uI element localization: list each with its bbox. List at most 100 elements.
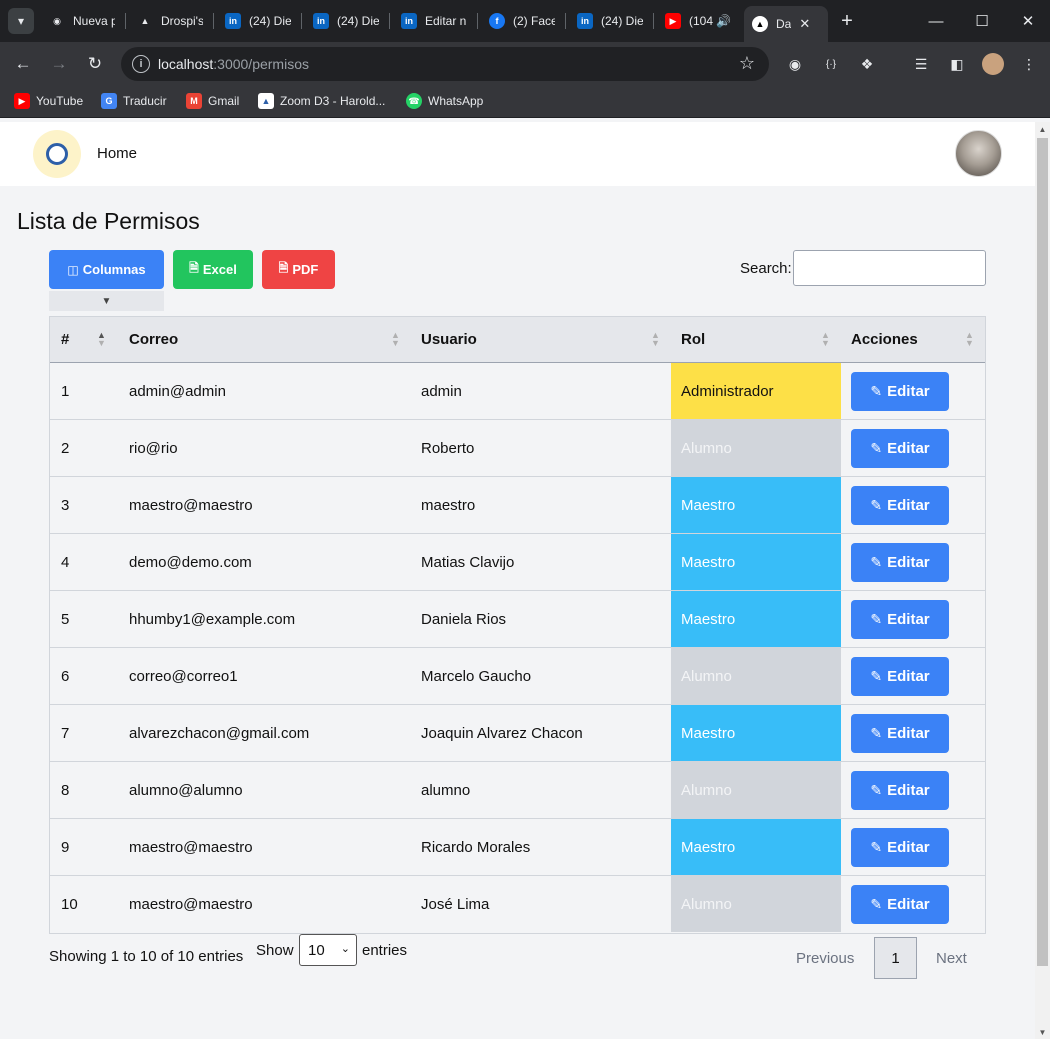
th-acciones[interactable]: Acciones xyxy=(851,317,918,362)
cell-correo: hhumby1@example.com xyxy=(129,610,296,628)
maximize-button[interactable]: ☐ xyxy=(960,6,1004,36)
table-body: 1 admin@admin admin Administrador ✎ Editar 2 ri… xyxy=(50,363,985,933)
table-row: 10 maestro@maestro José Lima Alumno ✎ Editar xyxy=(50,876,985,933)
tab-item[interactable]: ◉ Nueva p xyxy=(49,8,115,34)
edit-button[interactable]: ✎ Editar xyxy=(851,600,949,639)
back-button[interactable]: ← xyxy=(11,52,35,76)
pagination-next[interactable]: Next xyxy=(936,950,967,967)
cell-id: 8 xyxy=(61,781,70,799)
excel-button[interactable]: 🗎 Excel xyxy=(173,250,253,289)
address-bar[interactable]: i localhost:3000/permisos ☆ xyxy=(121,47,769,81)
speaker-icon[interactable]: 🔊 xyxy=(716,14,731,28)
pdf-button[interactable]: 🗎 PDF xyxy=(262,250,335,289)
minimize-button[interactable]: — xyxy=(914,6,958,36)
cell-correo: correo@correo1 xyxy=(129,667,238,685)
site-info-icon[interactable]: i xyxy=(132,55,150,73)
edit-button[interactable]: ✎ Editar xyxy=(851,657,949,696)
tab-search-icon[interactable]: ▾ xyxy=(8,8,34,34)
extensions-puzzle-icon[interactable]: ❖ xyxy=(856,53,878,75)
edit-icon: ✎ xyxy=(870,554,883,570)
bookmark-label: YouTube xyxy=(36,94,84,108)
cell-usuario: Daniela Rios xyxy=(421,610,507,628)
side-panel-icon[interactable]: ◧ xyxy=(946,53,968,75)
nav-home-link[interactable]: Home xyxy=(97,145,137,162)
scroll-up-icon[interactable]: ▲ xyxy=(1035,122,1050,136)
cell-usuario: Joaquin Alvarez Chacon xyxy=(421,724,583,742)
scroll-thumb[interactable] xyxy=(1037,138,1048,966)
linkedin-icon: in xyxy=(225,13,241,29)
user-avatar[interactable] xyxy=(955,130,1002,177)
media-control-icon[interactable]: ☰ xyxy=(910,53,932,75)
close-tab-icon[interactable]: ✕ xyxy=(799,16,810,32)
tab-item[interactable]: ▶ (104 🔊 xyxy=(665,8,731,34)
pagination-page-1[interactable]: 1 xyxy=(874,937,917,979)
edit-button[interactable]: ✎ Editar xyxy=(851,714,949,753)
tab-item[interactable]: in (24) Die xyxy=(225,8,291,34)
cell-id: 6 xyxy=(61,667,70,685)
bookmark-item[interactable]: ☎ WhatsApp xyxy=(406,93,483,109)
columns-label: Columnas xyxy=(82,262,146,277)
edit-button[interactable]: ✎ Editar xyxy=(851,771,949,810)
tab-item[interactable]: ▲ Drospi's xyxy=(137,8,203,34)
cell-usuario: Ricardo Morales xyxy=(421,838,531,856)
th-id[interactable]: # xyxy=(61,317,69,362)
bookmark-item[interactable]: G Traducir xyxy=(101,93,167,109)
tab-active[interactable]: ▲ Da ✕ xyxy=(744,6,828,42)
new-tab-button[interactable]: + xyxy=(836,8,858,34)
cell-correo: alvarezchacon@gmail.com xyxy=(129,724,310,742)
pagination-previous[interactable]: Previous xyxy=(796,950,854,967)
cell-correo: maestro@maestro xyxy=(129,838,253,856)
camera-extension-icon[interactable]: ◉ xyxy=(784,53,806,75)
gmail-icon: M xyxy=(186,93,202,109)
tab-item[interactable]: f (2) Face xyxy=(489,8,555,34)
edit-label: Editar xyxy=(887,839,930,856)
edit-button[interactable]: ✎ Editar xyxy=(851,828,949,867)
edit-label: Editar xyxy=(887,896,930,913)
sort-icon[interactable]: ▲ ▼ xyxy=(97,331,106,348)
edit-icon: ✎ xyxy=(870,497,883,513)
forward-button[interactable]: → xyxy=(47,52,71,76)
sort-icon[interactable]: ▲ ▼ xyxy=(965,331,974,348)
page-icon: ▲ xyxy=(258,93,274,109)
sort-icon[interactable]: ▲ ▼ xyxy=(391,331,400,348)
tab-title: Drospi's xyxy=(161,14,203,28)
columns-dropdown-toggle[interactable]: ▼ xyxy=(49,291,164,311)
close-window-button[interactable]: ✕ xyxy=(1006,6,1050,36)
table-row: 2 rio@rio Roberto Alumno ✎ Editar xyxy=(50,420,985,477)
columns-icon: ◫ xyxy=(67,262,79,277)
profile-avatar-icon[interactable] xyxy=(982,53,1004,75)
page-scrollbar[interactable]: ▲ ▼ xyxy=(1035,122,1050,1039)
tab-item[interactable]: in (24) Die xyxy=(313,8,379,34)
th-correo[interactable]: Correo xyxy=(129,317,178,362)
page-title: Lista de Permisos xyxy=(17,208,200,234)
bookmark-item[interactable]: ▲ Zoom D3 - Harold... xyxy=(258,93,385,109)
chrome-menu-icon[interactable]: ⋮ xyxy=(1018,53,1040,75)
cell-correo: rio@rio xyxy=(129,439,178,457)
sort-icon[interactable]: ▲ ▼ xyxy=(821,331,830,348)
app-navbar: Home xyxy=(0,122,1035,186)
edit-button[interactable]: ✎ Editar xyxy=(851,372,949,411)
bookmark-item[interactable]: ▶ YouTube xyxy=(14,93,83,109)
reload-button[interactable]: ↻ xyxy=(83,52,107,76)
search-input[interactable] xyxy=(793,250,986,286)
tab-item[interactable]: in Editar n xyxy=(401,8,467,34)
tab-item[interactable]: in (24) Die xyxy=(577,8,643,34)
columns-button[interactable]: ◫ Columnas xyxy=(49,250,164,289)
sort-icon[interactable]: ▲ ▼ xyxy=(651,331,660,348)
edit-button[interactable]: ✎ Editar xyxy=(851,429,949,468)
json-extension-icon[interactable]: {·} xyxy=(820,53,842,75)
app-logo[interactable] xyxy=(33,130,81,178)
youtube-icon: ▶ xyxy=(665,13,681,29)
edit-button[interactable]: ✎ Editar xyxy=(851,543,949,582)
th-usuario[interactable]: Usuario xyxy=(421,317,477,362)
page-length-select[interactable]: 10 ⌄ xyxy=(299,934,357,966)
scroll-down-icon[interactable]: ▼ xyxy=(1035,1025,1050,1039)
file-excel-icon: 🗎 xyxy=(189,261,199,275)
edit-button[interactable]: ✎ Editar xyxy=(851,486,949,525)
bookmark-star-icon[interactable]: ☆ xyxy=(739,53,755,74)
edit-button[interactable]: ✎ Editar xyxy=(851,885,949,924)
bookmark-item[interactable]: M Gmail xyxy=(186,93,239,109)
cell-rol: Maestro xyxy=(671,705,841,761)
th-rol[interactable]: Rol xyxy=(681,317,705,362)
browser-toolbar: ← → ↻ i localhost:3000/permisos ☆ ◉ {·} … xyxy=(0,42,1050,86)
